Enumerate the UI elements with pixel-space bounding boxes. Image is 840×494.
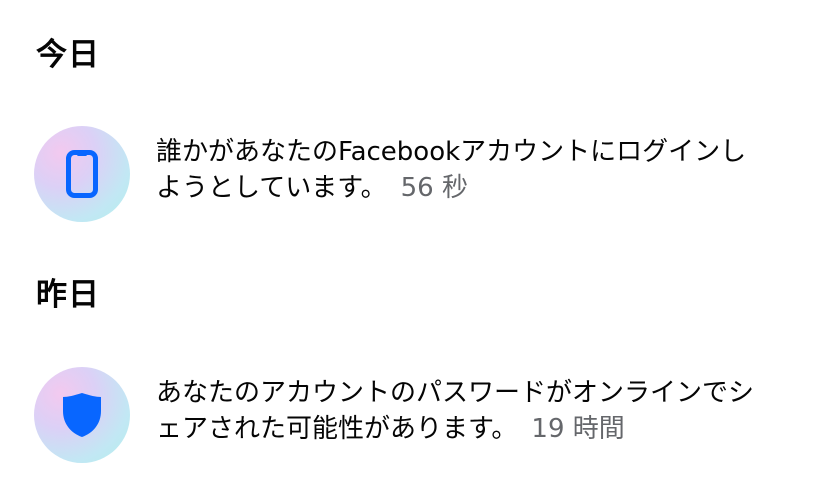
smartphone-icon: [65, 149, 99, 199]
notification-message-line1: 誰かがあなたのFacebookアカウントにログインし: [156, 137, 747, 167]
notification-login-attempt[interactable]: 誰かがあなたのFacebookアカウントにログインし ようとしています。 56 秒: [34, 126, 824, 226]
notification-avatar: [34, 367, 130, 463]
notification-message-line2: ェアされた可能性があります。: [156, 414, 518, 444]
notification-time: 56 秒: [400, 173, 468, 203]
notification-avatar: [34, 126, 130, 222]
section-title-today: 今日: [36, 37, 100, 73]
notification-message-line2: ようとしています。: [156, 173, 387, 203]
notification-time: 19 時間: [531, 414, 625, 444]
notification-text: あなたのアカウントのパスワードがオンラインでシ ェアされた可能性があります。 19…: [156, 375, 826, 447]
section-title-yesterday: 昨日: [36, 277, 100, 313]
notifications-page: 今日 誰かがあなたのFacebookアカウントにログインし ようとしています。 5…: [0, 0, 840, 494]
notification-text: 誰かがあなたのFacebookアカウントにログインし ようとしています。 56 秒: [156, 134, 826, 206]
notification-password-leak[interactable]: あなたのアカウントのパスワードがオンラインでシ ェアされた可能性があります。 19…: [34, 367, 824, 467]
shield-icon: [60, 391, 104, 439]
notification-message-line1: あなたのアカウントのパスワードがオンラインでシ: [156, 378, 755, 408]
